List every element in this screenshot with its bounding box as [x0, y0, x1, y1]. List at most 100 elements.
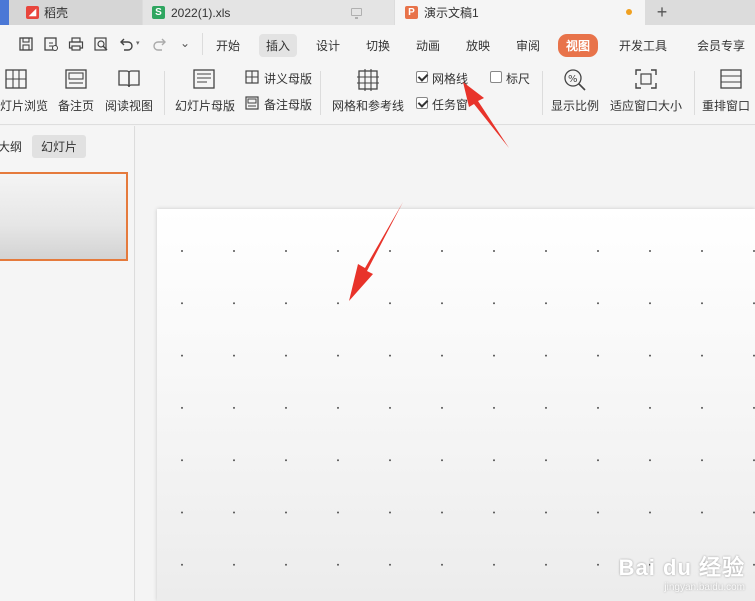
- outline-tab[interactable]: 大纲: [0, 138, 22, 155]
- grid-dot: [649, 354, 651, 357]
- reading-view-label: 阅读视图: [105, 99, 154, 113]
- grid-dot: [285, 563, 287, 566]
- grid-dot: [337, 250, 339, 252]
- new-tab-button[interactable]: +: [646, 0, 678, 25]
- grid-dot: [597, 511, 599, 514]
- redo-icon[interactable]: [152, 36, 168, 52]
- save-icon[interactable]: [18, 36, 34, 52]
- watermark-url: jingyan.baidu.com: [664, 582, 745, 593]
- notes-page-label: 备注页: [58, 99, 95, 113]
- baidu-watermark: Bai du 经验 jingyan.baidu.com: [619, 550, 745, 593]
- grid-and-guides-label: 网格和参考线: [332, 99, 405, 113]
- ribbon-divider: [164, 71, 165, 115]
- grid-dot: [701, 406, 703, 409]
- print-preview-icon[interactable]: [93, 36, 109, 52]
- menu-home[interactable]: 开始: [216, 37, 240, 54]
- grid-dot: [701, 511, 703, 514]
- notes-page-icon: [65, 69, 87, 89]
- slide-panel: 大纲 幻灯片: [0, 126, 135, 601]
- view-ribbon: 灯片浏览 备注页 阅读视图 幻灯片母版 讲义母版 备注母版 网格和参考线 网格线…: [0, 63, 755, 125]
- grid-dot: [285, 406, 287, 409]
- grid-dot: [597, 459, 599, 462]
- grid-dot: [441, 354, 443, 357]
- gridlines-checkbox[interactable]: [416, 71, 428, 83]
- ruler-label: 标尺: [506, 72, 531, 86]
- grid-dot: [441, 563, 443, 566]
- grid-dot: [233, 250, 235, 252]
- grid-dot: [545, 459, 547, 462]
- grid-dot: [389, 459, 391, 462]
- grid-dot: [337, 511, 339, 514]
- grid-dot: [441, 406, 443, 409]
- grid-dot: [181, 406, 183, 409]
- menu-transitions[interactable]: 切换: [366, 37, 390, 54]
- grid-icon: [357, 69, 379, 91]
- menu-view[interactable]: 视图: [558, 34, 599, 57]
- daoke-logo-icon: ◢: [26, 6, 39, 19]
- notes-master-icon: [245, 96, 259, 110]
- grid-dot: [233, 563, 235, 566]
- grid-dot: [597, 563, 599, 566]
- ribbon-divider: [694, 71, 695, 115]
- grid-dot: [233, 459, 235, 462]
- grid-dot: [545, 563, 547, 566]
- undo-icon[interactable]: [118, 36, 134, 52]
- slide-edit-area[interactable]: [157, 209, 755, 601]
- print-icon[interactable]: [68, 36, 84, 52]
- notes-master-label: 备注母版: [264, 98, 313, 112]
- monitor-icon[interactable]: [351, 8, 362, 19]
- grid-dot: [181, 250, 183, 252]
- menu-slideshow[interactable]: 放映: [466, 37, 490, 54]
- grid-dot: [701, 459, 703, 462]
- grid-dot: [181, 459, 183, 462]
- customize-quick-access-icon[interactable]: ⌄: [180, 36, 196, 52]
- grid-dot: [649, 406, 651, 409]
- grid-dot: [649, 511, 651, 514]
- grid-dot: [597, 250, 599, 252]
- grid-dot: [597, 354, 599, 357]
- undo-dropdown-icon[interactable]: ▾: [136, 39, 144, 47]
- grid-dot: [493, 511, 495, 514]
- grid-dot: [597, 406, 599, 409]
- export-icon[interactable]: [43, 36, 59, 52]
- tab-xls-label: 2022(1).xls: [171, 5, 231, 20]
- slide-browse-icon: [5, 69, 27, 89]
- grid-dot: [441, 302, 443, 305]
- menu-member[interactable]: 会员专享: [697, 37, 745, 54]
- grid-dot: [337, 563, 339, 566]
- slides-tab[interactable]: 幻灯片: [32, 135, 87, 158]
- grid-dot: [649, 302, 651, 305]
- menu-divider: [202, 33, 203, 55]
- menu-developer-tools[interactable]: 开发工具: [619, 37, 667, 54]
- unsaved-dot-icon: [626, 9, 632, 15]
- menu-design[interactable]: 设计: [316, 37, 340, 54]
- menu-animation[interactable]: 动画: [416, 37, 440, 54]
- tab-presentation[interactable]: P 演示文稿1: [395, 0, 645, 25]
- grid-dot: [233, 302, 235, 305]
- tab-daoke[interactable]: ◢ 稻壳: [0, 0, 142, 25]
- grid-dot: [493, 563, 495, 566]
- tab-daoke-label: 稻壳: [44, 6, 69, 20]
- ruler-checkbox[interactable]: [490, 71, 502, 83]
- grid-dot: [389, 563, 391, 566]
- task-pane-checkbox[interactable]: [416, 97, 428, 109]
- grid-dot: [493, 459, 495, 462]
- grid-dot: [701, 250, 703, 252]
- menu-review[interactable]: 审阅: [516, 37, 540, 54]
- grid-dot: [285, 511, 287, 514]
- grid-dot: [337, 406, 339, 409]
- arrange-window-label: 重排窗口: [702, 99, 751, 113]
- slide-thumbnail[interactable]: [0, 172, 128, 261]
- grid-dot: [181, 563, 183, 566]
- svg-text:%: %: [568, 74, 578, 85]
- grid-dot: [545, 406, 547, 409]
- spreadsheet-icon: S: [152, 6, 165, 19]
- handout-master-icon: [245, 70, 259, 84]
- grid-dot: [181, 302, 183, 305]
- tab-presentation-label: 演示文稿1: [424, 6, 479, 20]
- grid-dot: [389, 406, 391, 409]
- tab-xls[interactable]: S 2022(1).xls: [143, 0, 394, 25]
- grid-dot: [285, 354, 287, 357]
- grid-dot: [545, 511, 547, 514]
- menu-insert[interactable]: 插入: [259, 34, 298, 57]
